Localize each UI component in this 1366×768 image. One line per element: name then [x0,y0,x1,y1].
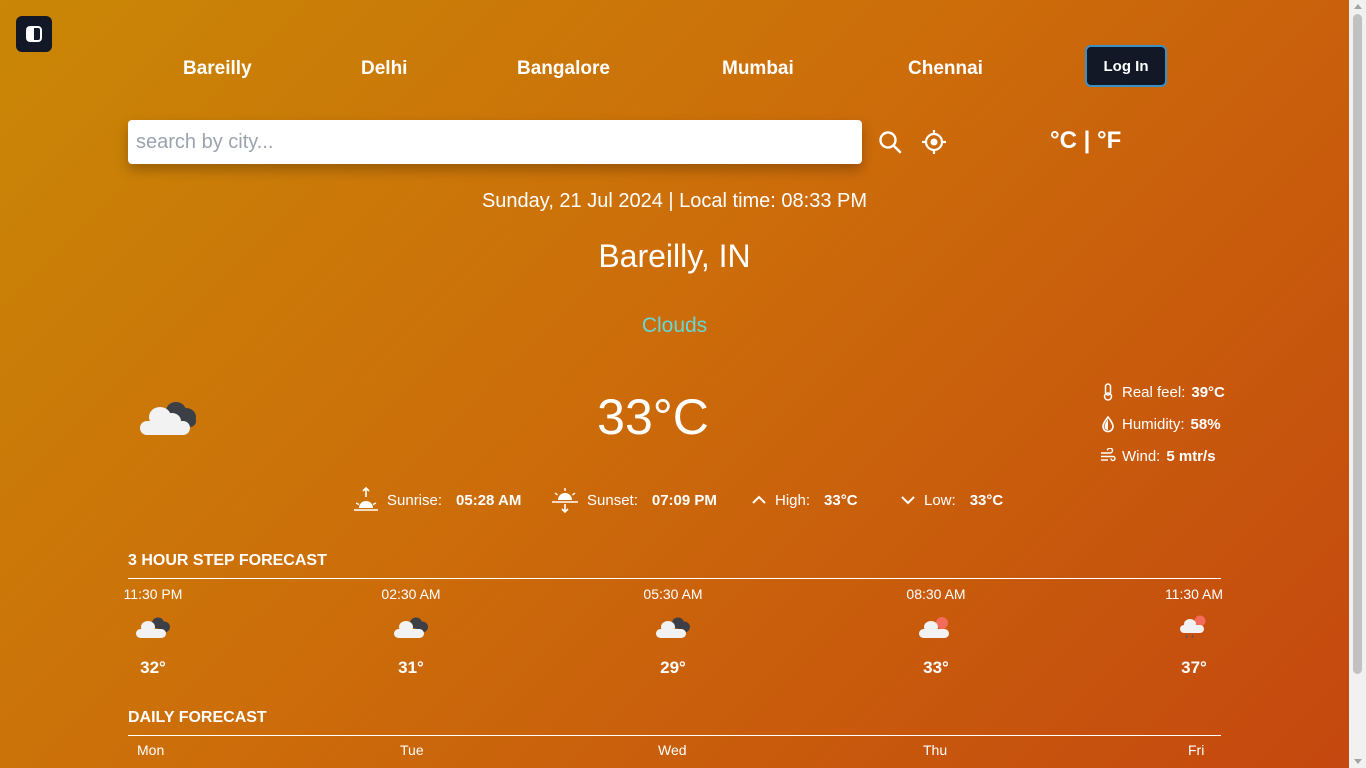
cloud-icon [623,614,723,644]
hourly-temp: 33° [923,658,949,677]
low-value: 33°C [969,491,1004,509]
hourly-time: 08:30 AM [906,586,966,602]
real-feel-row: Real feel: 39°C [1100,376,1225,408]
scroll-down-arrow[interactable] [1354,759,1362,764]
chevron-down-icon [901,496,915,505]
cloud-icon [103,614,203,644]
low-label: Low: [924,491,956,509]
weather-details: Real feel: 39°C Humidity: 58% Wind: 5 mt… [1100,376,1225,472]
hourly-temp: 31° [398,658,424,677]
location-crosshair-icon [922,130,946,154]
search-icon [879,131,902,154]
daily-forecast-title: DAILY FORECAST [128,709,267,726]
sidebar-icon [26,26,42,42]
nav-city-delhi[interactable]: Delhi [361,58,407,80]
nav-city-bangalore[interactable]: Bangalore [517,58,610,80]
cloud-rain-sun-icon [1144,614,1244,644]
cloud-icon [361,614,461,644]
real-feel-label: Real feel: [1122,383,1186,401]
sunrise-icon [354,486,378,511]
hourly-item: 11:30 PM 32° [103,586,203,678]
nav-city-chennai[interactable]: Chennai [908,58,983,80]
humidity-row: Humidity: 58% [1100,408,1225,440]
nav-city-mumbai[interactable]: Mumbai [722,58,794,80]
sunset-item: Sunset: 07:09 PM [551,484,717,516]
sunrise-label: Sunrise: [387,491,443,509]
weather-condition: Clouds [641,314,708,337]
sunrise-value: 05:28 AM [456,491,522,509]
hourly-time: 11:30 PM [123,586,183,602]
low-item: Low: 33°C [900,484,1003,516]
hourly-item: 02:30 AM 31° [361,586,461,678]
location-title: Bareilly, IN [598,238,751,274]
thermometer-icon [1103,383,1113,401]
daily-day: Mon [137,742,165,758]
nav-city-bareilly[interactable]: Bareilly [183,58,252,80]
hourly-time: 05:30 AM [643,586,703,602]
wind-value: 5 mtr/s [1166,447,1216,465]
search-button[interactable] [878,130,902,159]
hourly-forecast-title: 3 HOUR STEP FORECAST [128,552,327,569]
chevron-up-icon [752,495,766,504]
search-input[interactable] [128,120,862,164]
city-nav: Bareilly Delhi Bangalore Mumbai Chennai … [0,44,1349,88]
page-scrollbar[interactable] [1349,0,1366,768]
cloud-sun-icon [886,614,986,644]
hourly-temp: 37° [1181,658,1207,677]
high-value: 33°C [824,491,858,509]
sunrise-item: Sunrise: 05:28 AM [353,484,521,516]
daily-day: Tue [400,742,424,758]
hourly-time: 02:30 AM [381,586,441,602]
login-button[interactable]: Log In [1085,45,1167,87]
humidity-value: 58% [1190,415,1221,433]
droplet-icon [1102,415,1114,433]
local-datetime: Sunday, 21 Jul 2024 | Local time: 08:33 … [481,190,868,212]
sunset-icon [552,488,578,514]
high-item: High: 33°C [751,484,858,516]
hourly-temp: 29° [660,658,686,677]
daily-divider [128,735,1221,736]
wind-row: Wind: 5 mtr/s [1100,440,1225,472]
sunset-label: Sunset: [587,491,638,509]
location-button[interactable] [921,129,947,160]
high-label: High: [775,491,811,509]
scroll-up-arrow[interactable] [1354,4,1362,9]
daily-day: Thu [923,742,948,758]
humidity-label: Humidity: [1122,415,1185,433]
hourly-temp: 32° [140,658,166,677]
daily-day: Fri [1188,742,1205,758]
hourly-divider [128,578,1221,579]
wind-label: Wind: [1122,447,1161,465]
hourly-item: 11:30 AM 37° [1144,586,1244,678]
hourly-time: 11:30 AM [1164,586,1224,602]
scroll-thumb[interactable] [1353,14,1362,674]
sunset-value: 07:09 PM [651,491,717,509]
real-feel-value: 39°C [1191,383,1225,401]
hourly-item: 08:30 AM 33° [886,586,986,678]
wind-icon [1101,448,1116,462]
unit-toggle[interactable]: °C | °F [1050,127,1121,155]
hourly-item: 05:30 AM 29° [623,586,723,678]
daily-day: Wed [658,742,687,758]
